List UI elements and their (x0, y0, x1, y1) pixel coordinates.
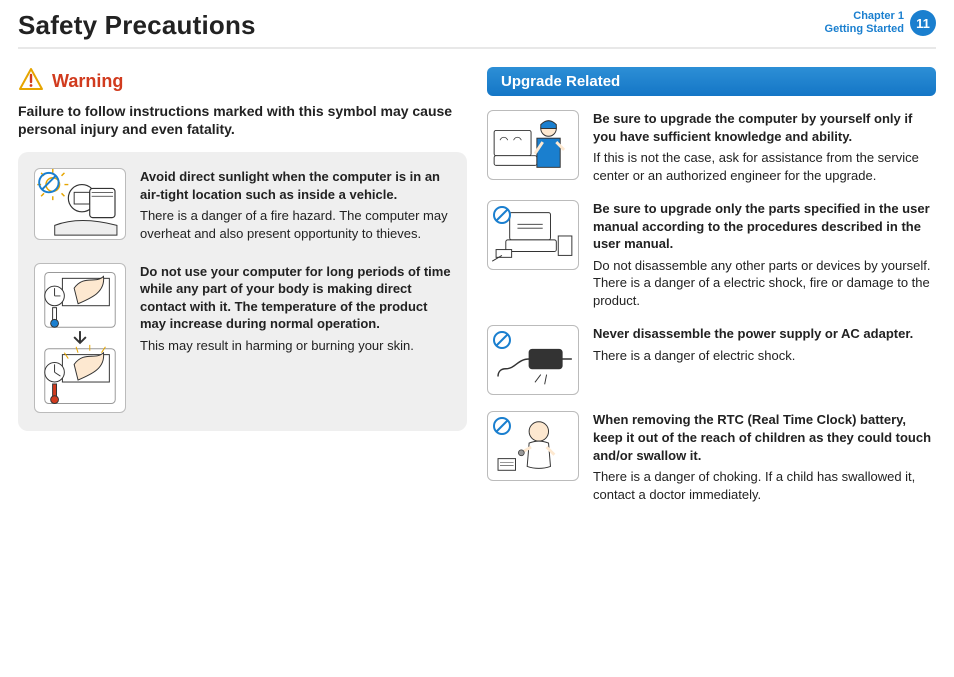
precaution-bold: Never disassemble the power supply or AC… (593, 325, 936, 343)
precaution-item: Be sure to upgrade the computer by yours… (487, 110, 936, 184)
right-column: Upgrade Related (487, 67, 936, 519)
header-right: Chapter 1 Getting Started 11 (825, 10, 936, 36)
manual-page: Safety Precautions Chapter 1 Getting Sta… (0, 0, 954, 677)
precaution-item: Do not use your computer for long period… (34, 263, 451, 413)
precaution-item: When removing the RTC (Real Time Clock) … (487, 411, 936, 503)
upgrade-parts-icon (487, 200, 579, 270)
precaution-text: Do not use your computer for long period… (140, 263, 451, 413)
prohibit-icon (492, 330, 512, 350)
precaution-text: Be sure to upgrade the computer by yours… (593, 110, 936, 184)
precaution-text: Never disassemble the power supply or AC… (593, 325, 936, 395)
precaution-text: Be sure to upgrade only the parts specif… (593, 200, 936, 309)
warning-heading: Warning (18, 67, 467, 96)
warning-label: Warning (52, 71, 123, 92)
warning-box: Avoid direct sunlight when the computer … (18, 152, 467, 430)
precaution-bold: Be sure to upgrade only the parts specif… (593, 200, 936, 253)
prohibit-icon (492, 205, 512, 225)
rtc-battery-child-icon (487, 411, 579, 481)
power-adapter-icon (487, 325, 579, 395)
upgrade-self-icon (487, 110, 579, 180)
chapter-label: Chapter 1 Getting Started (825, 10, 904, 36)
precaution-text: When removing the RTC (Real Time Clock) … (593, 411, 936, 503)
precaution-body: Do not disassemble any other parts or de… (593, 258, 930, 308)
precaution-body: There is a danger of a fire hazard. The … (140, 208, 448, 241)
precaution-bold: Do not use your computer for long period… (140, 263, 451, 333)
precaution-item: Avoid direct sunlight when the computer … (34, 168, 451, 242)
precaution-bold: Be sure to upgrade the computer by yours… (593, 110, 936, 145)
prohibit-icon (492, 416, 512, 436)
precaution-bold: Avoid direct sunlight when the computer … (140, 168, 451, 203)
chapter-line2: Getting Started (825, 23, 904, 36)
precaution-body: This may result in harming or burning yo… (140, 338, 414, 353)
precaution-item: Never disassemble the power supply or AC… (487, 325, 936, 395)
body-heat-icon (34, 263, 126, 413)
precaution-body: There is a danger of electric shock. (593, 348, 795, 363)
page-title: Safety Precautions (18, 10, 256, 41)
left-column: Warning Failure to follow instructions m… (18, 67, 467, 519)
precaution-text: Avoid direct sunlight when the computer … (140, 168, 451, 242)
precaution-item: Be sure to upgrade only the parts specif… (487, 200, 936, 309)
warning-intro: Failure to follow instructions marked wi… (18, 102, 467, 138)
content-columns: Warning Failure to follow instructions m… (18, 67, 936, 519)
section-header-upgrade: Upgrade Related (487, 67, 936, 96)
warning-triangle-icon (18, 67, 44, 96)
page-number-badge: 11 (910, 10, 936, 36)
precaution-body: If this is not the case, ask for assista… (593, 150, 919, 183)
chapter-line1: Chapter 1 (825, 10, 904, 23)
precaution-bold: When removing the RTC (Real Time Clock) … (593, 411, 936, 464)
sunlight-vehicle-icon (34, 168, 126, 240)
precaution-body: There is a danger of choking. If a child… (593, 469, 915, 502)
page-header: Safety Precautions Chapter 1 Getting Sta… (18, 10, 936, 49)
